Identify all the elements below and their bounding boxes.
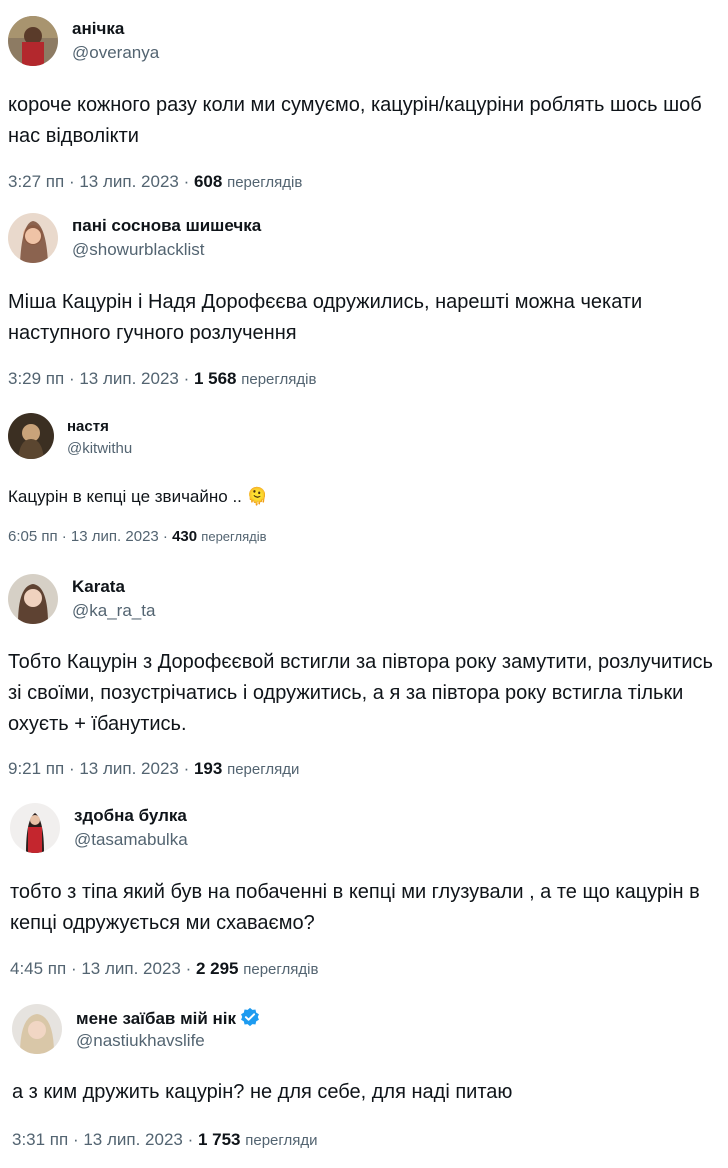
view-count: 1 753: [197, 1130, 241, 1149]
author-handle[interactable]: @overanya: [72, 43, 159, 63]
view-count: 430: [172, 528, 198, 545]
author-handle[interactable]: @nastiukhavslife: [76, 1031, 205, 1051]
author-name[interactable]: настя: [67, 418, 109, 435]
tweet-meta: 9:21 пп · 13 лип. 2023 · 193 перегляди: [8, 759, 299, 779]
tweet-meta: 6:05 пп · 13 лип. 2023 · 430 переглядів: [8, 528, 267, 545]
verified-badge-icon: [240, 1007, 260, 1032]
view-label: переглядів: [243, 961, 319, 978]
view-count: 193: [193, 759, 223, 778]
author-name[interactable]: Karata: [72, 577, 125, 597]
tweet-time[interactable]: 4:45 пп · 13 лип. 2023 ·: [10, 959, 191, 978]
author-name-text[interactable]: мене заїбав мій нік: [76, 1009, 236, 1028]
view-label: переглядів: [227, 174, 303, 191]
view-count: 608: [193, 172, 223, 191]
tweet-time[interactable]: 3:31 пп · 13 лип. 2023 ·: [12, 1130, 193, 1149]
tweet-text: короче кожного разу коли ми сумуємо, кац…: [8, 94, 702, 147]
view-label: перегляди: [245, 1132, 318, 1149]
tweet-meta: 3:29 пп · 13 лип. 2023 · 1 568 перегляді…: [8, 369, 316, 389]
author-handle[interactable]: @showurblacklist: [72, 240, 205, 260]
tweet-text: Кацурін в кепці це звичайно .. 🫠: [8, 484, 720, 510]
avatar[interactable]: [8, 16, 58, 66]
tweet-text: а з ким дружить кацурін? не для себе, дл…: [12, 1081, 513, 1103]
avatar[interactable]: [8, 574, 58, 624]
author-name[interactable]: анічка: [72, 19, 124, 39]
author-name[interactable]: здобна булка: [74, 806, 187, 826]
view-count: 1 568: [193, 369, 237, 388]
view-count: 2 295: [195, 959, 239, 978]
author-handle[interactable]: @tasamabulka: [74, 830, 188, 850]
tweet-meta: 3:27 пп · 13 лип. 2023 · 608 переглядів: [8, 172, 302, 192]
author-handle[interactable]: @ka_ra_ta: [72, 601, 155, 621]
tweet-time[interactable]: 9:21 пп · 13 лип. 2023 ·: [8, 759, 189, 778]
avatar[interactable]: [8, 213, 58, 263]
melting-face-icon: 🫠: [246, 487, 268, 506]
tweet-time[interactable]: 6:05 пп · 13 лип. 2023 ·: [8, 528, 168, 545]
view-label: переглядів: [241, 371, 317, 388]
tweet-meta: 3:31 пп · 13 лип. 2023 · 1 753 перегляди: [12, 1130, 318, 1150]
tweet-meta: 4:45 пп · 13 лип. 2023 · 2 295 перегляді…: [10, 959, 318, 979]
avatar[interactable]: [8, 413, 54, 459]
author-name: мене заїбав мій нік: [76, 1007, 260, 1032]
tweet-time[interactable]: 3:29 пп · 13 лип. 2023 ·: [8, 369, 189, 388]
avatar[interactable]: [12, 1004, 62, 1054]
tweet-text: тобто з тіпа який був на побаченні в кеп…: [10, 881, 700, 934]
avatar[interactable]: [10, 803, 60, 853]
tweet-text: Міша Кацурін і Надя Дорофєєва одружились…: [8, 291, 643, 344]
author-name[interactable]: пані соснова шишечка: [72, 216, 261, 236]
view-label: переглядів: [201, 529, 267, 544]
view-label: перегляди: [227, 761, 300, 778]
tweet-time[interactable]: 3:27 пп · 13 лип. 2023 ·: [8, 172, 189, 191]
author-handle[interactable]: @kitwithu: [67, 440, 132, 457]
tweet-text-content: Кацурін в кепці це звичайно ..: [8, 487, 242, 506]
tweet-text: Тобто Кацурін з Дорофєєвой встигли за пі…: [8, 651, 713, 735]
